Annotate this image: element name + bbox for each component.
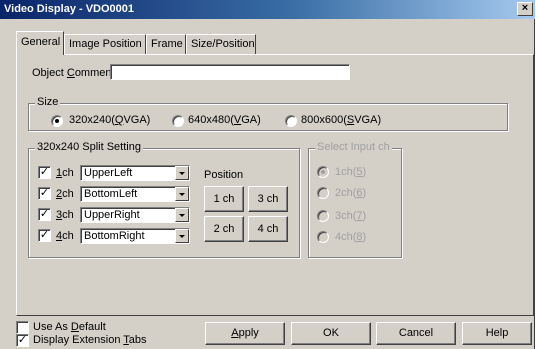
split-4ch-label: 4ch [56, 230, 74, 242]
split-3ch-label: 3ch [56, 209, 74, 221]
split-1ch-select[interactable]: UpperLeft [80, 165, 190, 181]
chevron-down-icon[interactable] [175, 187, 189, 201]
split-4ch-select[interactable]: BottomRight [80, 228, 190, 244]
split-setting-legend: 320x240 Split Setting [35, 141, 143, 153]
chevron-down-icon[interactable] [175, 166, 189, 180]
size-legend: Size [35, 96, 61, 108]
cancel-button[interactable]: Cancel [376, 322, 456, 345]
display-extension-tabs-checkbox[interactable]: ✓ [16, 334, 29, 347]
select-input-radio-4ch[interactable] [317, 231, 329, 243]
tab-frame[interactable]: Frame [146, 34, 186, 54]
size-radio-svga[interactable] [285, 115, 297, 127]
title-bar: Video Display - VDO0001 × [0, 0, 535, 19]
ok-button[interactable]: OK [291, 322, 371, 345]
select-input-4ch-label: 4ch(8) [335, 231, 367, 243]
select-input-radio-2ch[interactable] [317, 187, 329, 199]
split-2ch-checkbox[interactable]: ✓ [38, 187, 51, 200]
split-3ch-checkbox[interactable]: ✓ [38, 208, 51, 221]
checkmark-icon: ✓ [39, 229, 50, 241]
size-radio-vga-label: 640x480(VGA) [188, 114, 261, 126]
position-2ch-button[interactable]: 2 ch [204, 216, 244, 242]
checkmark-icon: ✓ [39, 166, 50, 178]
select-input-2ch-label: 2ch(6) [335, 187, 367, 199]
select-input-3ch-label: 3ch(7) [335, 210, 367, 222]
dialog-window: Video Display - VDO0001 × General Image … [0, 0, 535, 349]
checkmark-icon: ✓ [17, 334, 28, 346]
close-button[interactable]: × [517, 2, 533, 16]
split-1ch-checkbox[interactable]: ✓ [38, 166, 51, 179]
chevron-down-icon[interactable] [175, 229, 189, 243]
use-as-default-label: Use As Default [33, 321, 106, 333]
tab-image-position-label: Image Position [69, 38, 142, 50]
object-comment-input[interactable] [110, 64, 350, 80]
apply-button[interactable]: Apply [205, 322, 285, 345]
tab-frame-label: Frame [151, 38, 183, 50]
split-4ch-checkbox[interactable]: ✓ [38, 229, 51, 242]
select-input-radio-1ch[interactable] [317, 166, 329, 178]
size-radio-qvga-label: 320x240(QVGA) [69, 114, 151, 126]
select-input-radio-3ch[interactable] [317, 210, 329, 222]
split-2ch-label: 2ch [56, 188, 74, 200]
object-comment-label: Object Comment [32, 67, 115, 79]
position-3ch-button[interactable]: 3 ch [248, 186, 288, 212]
select-input-legend: Select Input ch [315, 141, 392, 153]
size-radio-vga[interactable] [172, 115, 184, 127]
checkmark-icon: ✓ [39, 187, 50, 199]
chevron-down-icon[interactable] [175, 208, 189, 222]
position-1ch-button[interactable]: 1 ch [204, 186, 244, 212]
split-1ch-label: 1ch [56, 167, 74, 179]
size-radio-svga-label: 800x600(SVGA) [301, 114, 382, 126]
close-icon: × [521, 2, 529, 14]
display-extension-tabs-label: Display Extension Tabs [33, 334, 147, 346]
position-4ch-button[interactable]: 4 ch [248, 216, 288, 242]
checkmark-icon: ✓ [39, 208, 50, 220]
window-title: Video Display - VDO0001 [4, 3, 135, 15]
split-2ch-select[interactable]: BottomLeft [80, 186, 190, 202]
tab-general[interactable]: General [16, 31, 64, 55]
help-button[interactable]: Help [462, 322, 532, 345]
tab-general-label: General [21, 36, 61, 48]
tab-size-position-label: Size/Position [191, 38, 255, 50]
select-input-1ch-label: 1ch(5) [335, 166, 367, 178]
use-as-default-checkbox[interactable] [16, 321, 29, 334]
split-3ch-select[interactable]: UpperRight [80, 207, 190, 223]
position-label: Position [204, 169, 244, 181]
tab-image-position[interactable]: Image Position [64, 34, 146, 54]
size-radio-qvga[interactable] [51, 115, 63, 127]
tab-size-position[interactable]: Size/Position [186, 34, 256, 54]
